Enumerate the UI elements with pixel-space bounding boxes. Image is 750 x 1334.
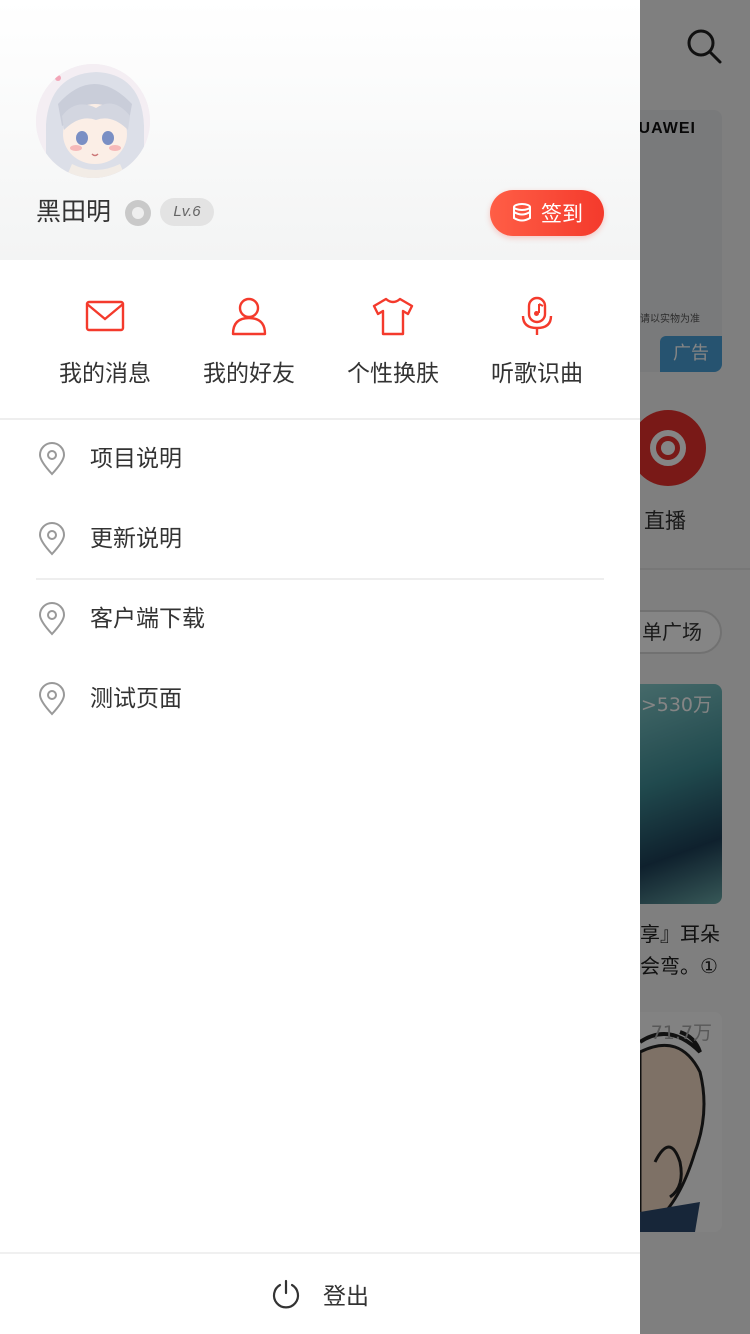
location-pin-icon: [38, 602, 66, 636]
quick-action-label: 我的好友: [203, 361, 295, 387]
coins-icon: [513, 203, 531, 222]
level-badge: Lv.6: [160, 198, 214, 226]
quick-action-label: 听歌识曲: [491, 361, 583, 387]
quick-action-skin[interactable]: 个性换肤: [321, 260, 465, 418]
microphone-music-icon: [521, 296, 553, 335]
user-icon: [231, 297, 267, 336]
menu-item-label: 更新说明: [90, 526, 182, 552]
avatar-illustration: [36, 64, 150, 178]
power-icon: [272, 1279, 300, 1309]
menu-item-label: 项目说明: [90, 446, 182, 472]
quick-actions: 我的消息 我的好友 个性换肤 听歌识曲: [0, 260, 640, 418]
quick-action-label: 我的消息: [59, 361, 151, 387]
tshirt-icon: [372, 297, 414, 336]
quick-action-friends[interactable]: 我的好友: [177, 260, 321, 418]
drawer-menu: 项目说明 更新说明 客户端下载 测试页面: [0, 420, 640, 740]
profile-header: 黑田明 Lv.6 签到: [0, 0, 640, 260]
quick-action-recognize-song[interactable]: 听歌识曲: [465, 260, 609, 418]
location-pin-icon: [38, 522, 66, 556]
menu-item-label: 测试页面: [90, 686, 182, 712]
logout-label: 登出: [323, 1284, 369, 1310]
mail-icon: [85, 300, 125, 332]
logout-button[interactable]: 登出: [0, 1252, 640, 1334]
divider: [36, 578, 604, 580]
menu-item-label: 客户端下载: [90, 606, 205, 632]
location-pin-icon: [38, 682, 66, 716]
menu-item-project-info[interactable]: 项目说明: [0, 420, 640, 500]
menu-item-client-download[interactable]: 客户端下载: [0, 580, 640, 660]
signin-button[interactable]: 签到: [490, 190, 604, 236]
location-pin-icon: [38, 442, 66, 476]
quick-action-label: 个性换肤: [347, 361, 439, 387]
menu-item-test-page[interactable]: 测试页面: [0, 660, 640, 740]
username[interactable]: 黑田明: [36, 194, 111, 230]
signin-label: 签到: [541, 202, 583, 226]
side-drawer: 黑田明 Lv.6 签到 我的消息 我的好友 个性换肤 听歌识曲 项目说明 更新说…: [0, 0, 640, 1334]
vip-disc-icon: [125, 200, 151, 226]
quick-action-messages[interactable]: 我的消息: [33, 260, 177, 418]
menu-item-changelog[interactable]: 更新说明: [0, 500, 640, 580]
avatar[interactable]: [36, 64, 150, 178]
